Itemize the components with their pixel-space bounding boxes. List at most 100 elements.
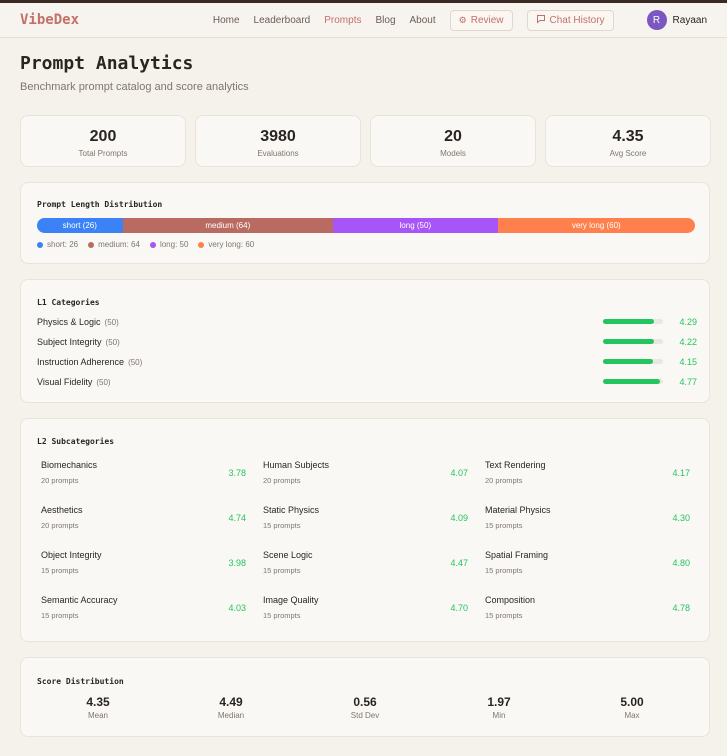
nav-link-prompts[interactable]: Prompts (324, 15, 361, 26)
l2-item[interactable]: Scene Logic 15 prompts 4.47 (263, 550, 468, 590)
l2-count: 15 prompts (485, 611, 523, 620)
stat-card-avg-score: 4.35 Avg Score (545, 115, 711, 167)
l2-count: 15 prompts (485, 521, 523, 530)
nav-links: Home Leaderboard Prompts Blog About ⚙ Re… (199, 9, 707, 31)
page-subtitle: Benchmark prompt catalog and score analy… (20, 81, 249, 93)
nav-link-leaderboard[interactable]: Leaderboard (254, 15, 311, 26)
stat-label: Models (440, 149, 466, 158)
legend-label: long: 50 (159, 240, 189, 249)
l2-item[interactable]: Composition 15 prompts 4.78 (485, 595, 690, 635)
dist-stat-mean: 4.35 Mean (48, 695, 148, 720)
l2-score: 4.70 (450, 603, 468, 613)
user-name: Rayaan (672, 14, 707, 26)
brand-logo[interactable]: VibeDex (20, 12, 79, 28)
l2-item[interactable]: Biomechanics 20 prompts 3.78 (41, 460, 246, 500)
dist-stat-min: 1.97 Min (449, 695, 549, 720)
stat-label: Avg Score (609, 149, 647, 158)
l1-score-bar (603, 359, 663, 364)
dist-stat-max: 5.00 Max (582, 695, 682, 720)
l2-name: Aesthetics (41, 505, 83, 515)
stat-card-models: 20 Models (370, 115, 536, 167)
l2-item[interactable]: Spatial Framing 15 prompts 4.80 (485, 550, 690, 590)
chat-history-button[interactable]: Chat History (526, 9, 614, 31)
legend-label: very long: 60 (208, 240, 255, 249)
dist-label: Max (624, 711, 640, 720)
l2-name: Semantic Accuracy (41, 595, 118, 605)
l2-item[interactable]: Object Integrity 15 prompts 3.98 (41, 550, 246, 590)
l1-count: (50) (128, 358, 143, 367)
dist-stat-std-dev: 0.56 Std Dev (315, 695, 415, 720)
l1-name: Instruction Adherence (50) (37, 357, 143, 367)
l1-score: 4.77 (679, 377, 697, 387)
l2-count: 15 prompts (485, 566, 523, 575)
l1-count: (50) (105, 338, 120, 347)
l1-row[interactable]: Instruction Adherence (50) 4.15 (37, 355, 697, 369)
l2-count: 20 prompts (263, 476, 301, 485)
l2-name: Human Subjects (263, 460, 330, 470)
l2-score: 4.30 (672, 513, 690, 523)
l1-row[interactable]: Physics & Logic (50) 4.29 (37, 315, 697, 329)
review-button[interactable]: ⚙ Review (449, 9, 513, 31)
dist-value: 4.35 (86, 695, 110, 709)
nav-link-home[interactable]: Home (213, 15, 240, 26)
stat-card-evaluations: 3980 Evaluations (195, 115, 361, 167)
legend-label: medium: 64 (98, 240, 140, 249)
legend-item: very long: 60 (198, 240, 254, 249)
l2-name: Image Quality (263, 595, 319, 605)
l2-score: 3.78 (228, 468, 246, 478)
length-segment-long[interactable]: long (50) (333, 218, 498, 233)
l2-score: 4.80 (672, 558, 690, 568)
l1-score-fill (603, 359, 653, 364)
l1-score: 4.29 (679, 317, 697, 327)
page-title: Prompt Analytics (20, 53, 194, 74)
l1-row[interactable]: Subject Integrity (50) 4.22 (37, 335, 697, 349)
dist-value: 1.97 (487, 695, 511, 709)
l2-score: 3.98 (228, 558, 246, 568)
length-segment-medium[interactable]: medium (64) (122, 218, 334, 233)
l1-row[interactable]: Visual Fidelity (50) 4.77 (37, 375, 697, 389)
l1-name: Physics & Logic (50) (37, 317, 119, 327)
l2-item[interactable]: Material Physics 15 prompts 4.30 (485, 505, 690, 545)
legend-dot (88, 241, 95, 248)
l1-score: 4.15 (679, 357, 697, 367)
prompt-length-card: Prompt Length Distribution short (26) me… (20, 182, 710, 264)
l2-item[interactable]: Image Quality 15 prompts 4.70 (263, 595, 468, 635)
dist-label: Mean (87, 711, 108, 720)
length-segment-very-long[interactable]: very long (60) (497, 218, 695, 233)
nav-link-about[interactable]: About (410, 15, 436, 26)
nav-link-blog[interactable]: Blog (375, 15, 395, 26)
review-label: Review (470, 14, 504, 26)
legend-item: long: 50 (149, 240, 189, 249)
legend-item: medium: 64 (88, 240, 140, 249)
l2-score: 4.47 (450, 558, 468, 568)
l2-item[interactable]: Static Physics 15 prompts 4.09 (263, 505, 468, 545)
l1-categories-card: L1 Categories Physics & Logic (50) 4.29 S… (20, 279, 710, 403)
avatar: R (646, 10, 667, 30)
legend-label: short: 26 (47, 240, 79, 249)
l2-item[interactable]: Aesthetics 20 prompts 4.74 (41, 505, 246, 545)
length-legend: short: 26 medium: 64 long: 50 very long:… (37, 240, 264, 249)
l2-score: 4.09 (450, 513, 468, 523)
section-title: Prompt Length Distribution (37, 200, 163, 209)
section-title: L2 Subcategories (37, 437, 115, 446)
stat-value: 4.35 (612, 128, 644, 145)
stat-value: 3980 (260, 128, 296, 145)
legend-dot (37, 241, 43, 248)
l2-score: 4.07 (450, 468, 468, 478)
stat-label: Evaluations (257, 149, 299, 158)
l2-item[interactable]: Human Subjects 20 prompts 4.07 (263, 460, 468, 500)
stat-value: 200 (89, 128, 117, 145)
length-segment-short[interactable]: short (26) (37, 218, 123, 233)
l1-count: (50) (96, 378, 111, 387)
dist-stat-median: 4.49 Median (181, 695, 281, 720)
l2-item[interactable]: Text Rendering 20 prompts 4.17 (485, 460, 690, 500)
l2-name: Static Physics (263, 505, 320, 515)
l2-subcategories-card: L2 Subcategories Biomechanics 20 prompts… (20, 418, 710, 642)
l2-score: 4.03 (228, 603, 246, 613)
chat-history-label: Chat History (549, 14, 605, 26)
l2-name: Biomechanics (41, 460, 98, 470)
legend-dot (149, 241, 156, 248)
dist-value: 4.49 (219, 695, 243, 709)
l2-item[interactable]: Semantic Accuracy 15 prompts 4.03 (41, 595, 246, 635)
user-menu[interactable]: R Rayaan (646, 10, 707, 30)
